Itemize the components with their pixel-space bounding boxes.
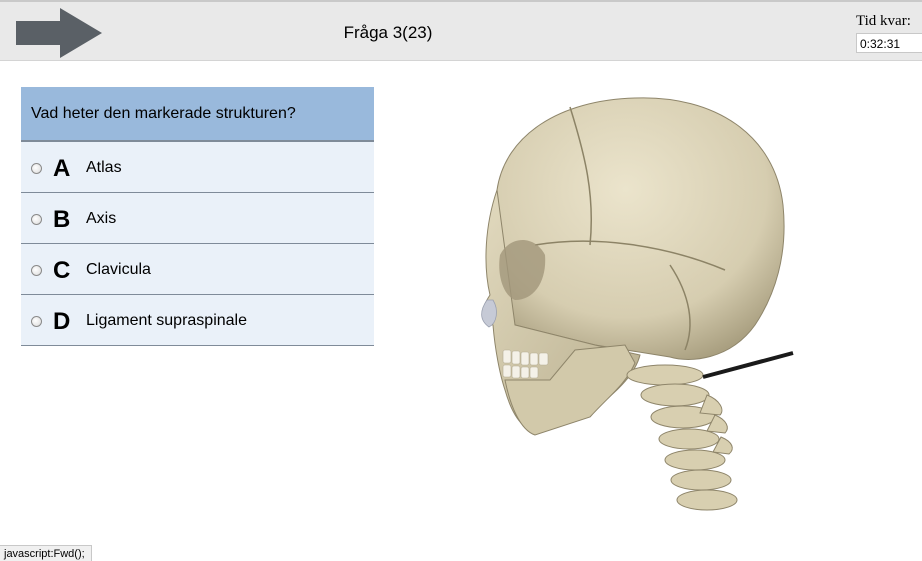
- option-d-letter: D: [53, 308, 71, 335]
- option-c[interactable]: C Clavicula: [21, 244, 374, 295]
- option-c-text: Clavicula: [86, 261, 151, 278]
- option-b-letter: B: [53, 206, 71, 233]
- question-text: Vad heter den markerade strukturen?: [21, 87, 374, 142]
- option-b-text: Axis: [86, 210, 117, 227]
- top-bar: Fråga 3(23) Tid kvar: 0:32:31: [0, 0, 922, 61]
- question-panel: Vad heter den markerade strukturen? A At…: [21, 87, 374, 346]
- anatomy-image: [475, 95, 805, 515]
- option-a[interactable]: A Atlas: [21, 142, 374, 193]
- question-counter: Fråga 3(23): [343, 23, 433, 42]
- option-d-text: Ligament supraspinale: [86, 312, 247, 329]
- skull-illustration: [481, 97, 794, 511]
- option-d-radio[interactable]: [31, 316, 42, 327]
- option-a-letter: A: [53, 155, 71, 182]
- option-b-radio[interactable]: [31, 214, 42, 225]
- option-c-radio[interactable]: [31, 265, 42, 276]
- option-a-radio[interactable]: [31, 163, 42, 174]
- status-bar: javascript:Fwd();: [0, 545, 92, 561]
- option-a-text: Atlas: [86, 159, 122, 176]
- option-d[interactable]: D Ligament supraspinale: [21, 295, 374, 346]
- option-b[interactable]: B Axis: [21, 193, 374, 244]
- timer-value: 0:32:31: [856, 33, 922, 53]
- timer-label: Tid kvar:: [856, 13, 911, 29]
- option-c-letter: C: [53, 257, 71, 284]
